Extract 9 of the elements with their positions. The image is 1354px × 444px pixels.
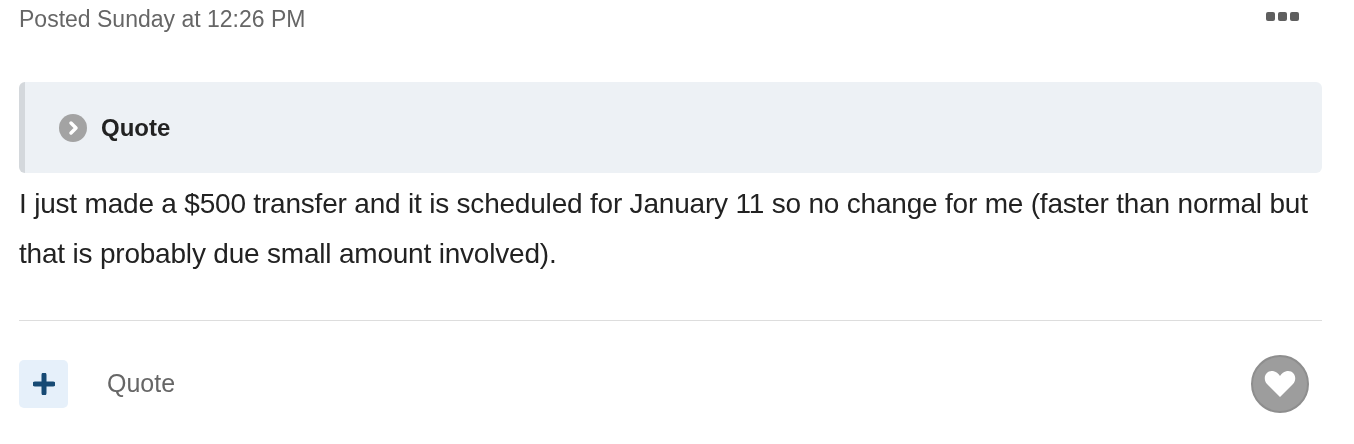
quote-title: Quote <box>101 112 171 143</box>
like-button[interactable] <box>1251 355 1309 413</box>
more-options-icon[interactable] <box>1266 12 1300 22</box>
heart-icon <box>1264 370 1296 398</box>
post-body-text: I just made a $500 transfer and it is scheduled for January 11 so no change for me (faster than normal but that is probably due small amount involved). <box>19 187 1309 271</box>
add-reaction-button[interactable] <box>19 360 68 408</box>
quote-link[interactable]: Quote <box>107 365 176 403</box>
post-timestamp: Posted Sunday at 12:26 PM <box>19 4 306 34</box>
plus-icon <box>32 373 55 395</box>
